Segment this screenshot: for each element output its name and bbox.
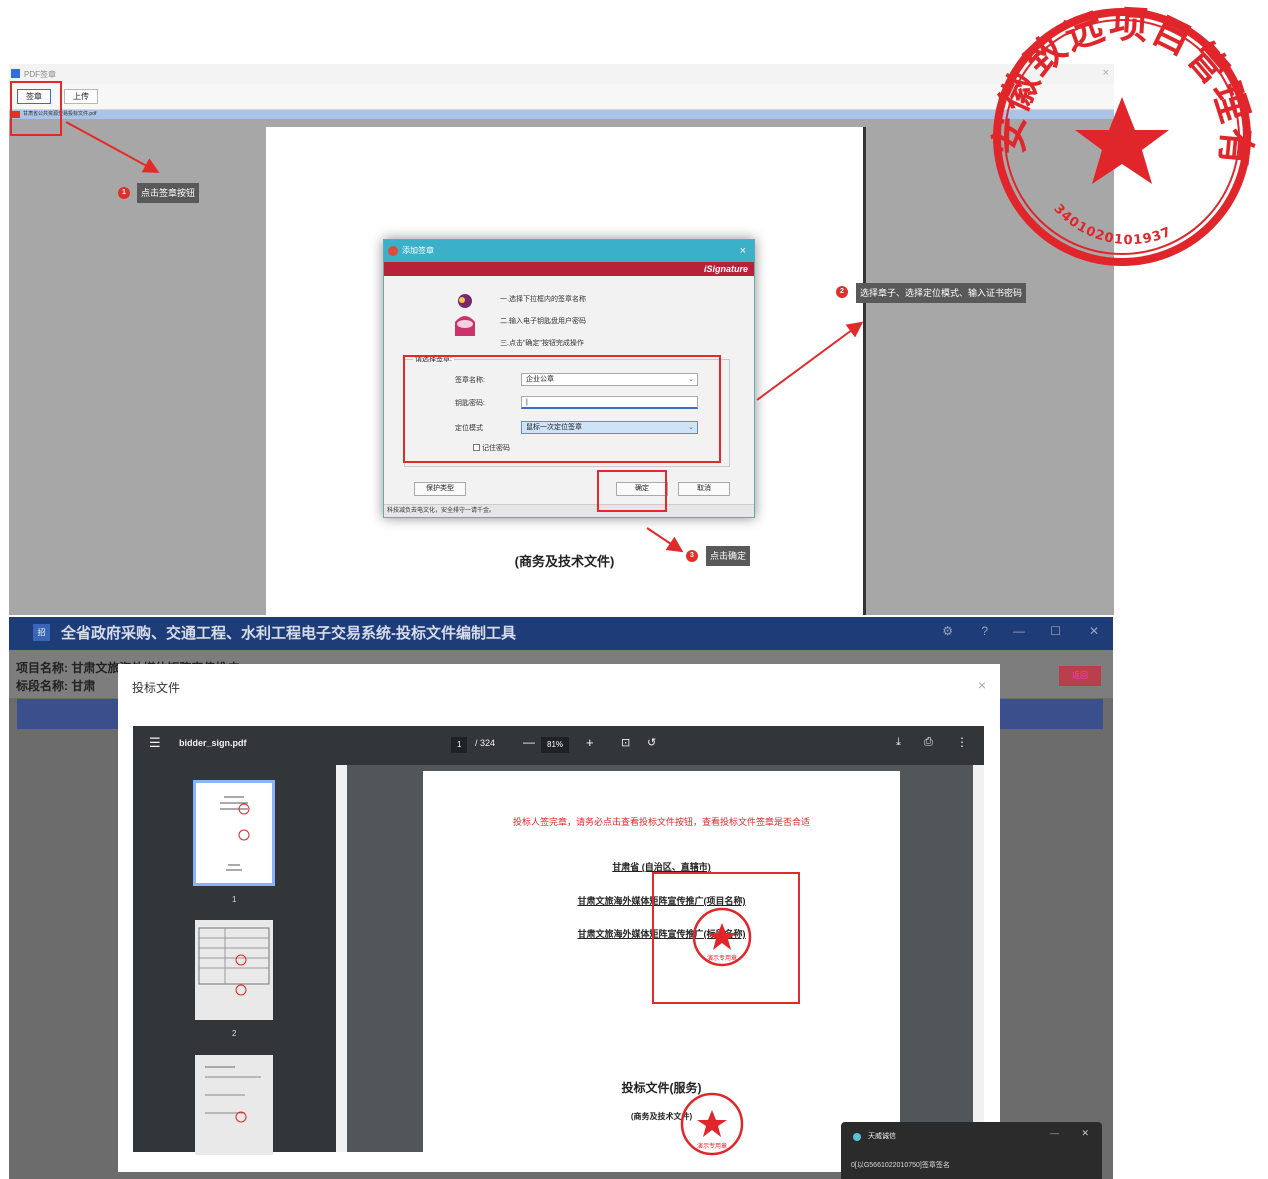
pdf-filename: bidder_sign.pdf xyxy=(179,738,247,748)
shield-icon xyxy=(853,1133,861,1141)
arrow-step-2 xyxy=(756,321,864,401)
callout-3-text: 点击确定 xyxy=(706,546,751,566)
notification-text: 0[以G5661022010750]签章签名 xyxy=(851,1162,950,1169)
close-icon[interactable]: ✕ xyxy=(1089,624,1099,638)
rotate-icon[interactable]: ↺ xyxy=(647,736,656,749)
company-seal-stamp: 安徽致远项目管理有限公司 3401020101937 xyxy=(988,2,1256,266)
minimize-icon[interactable]: — xyxy=(1013,624,1025,638)
modal-title: 投标文件 xyxy=(132,681,181,695)
callout-1-number: 1 xyxy=(118,187,130,199)
bid-editor-window: 招 全省政府采购、交通工程、水利工程电子交易系统-投标文件编制工具 ⚙ ? — … xyxy=(9,617,1113,1179)
bid-title: 投标文件(服务) xyxy=(621,1081,702,1095)
thumbnail-page-2[interactable] xyxy=(195,920,273,1020)
thumbnail-scrollbar[interactable] xyxy=(336,765,347,1152)
fit-page-icon[interactable]: ⊡ xyxy=(621,736,630,749)
zoom-out-icon[interactable]: — xyxy=(523,735,535,749)
download-icon[interactable]: ⤓ xyxy=(896,736,901,749)
bid-subtitle: (商务及技术文件) xyxy=(630,1112,693,1121)
thumbnail-1-preview xyxy=(220,796,250,871)
callout-2-number: 2 xyxy=(836,286,848,298)
pdf-viewer-toolbar: ☰ bidder_sign.pdf 1 / 324 — 81% + ⊡ ↺ ⤓ … xyxy=(133,726,984,765)
page-total: / 324 xyxy=(475,738,496,748)
back-button[interactable]: 返回 xyxy=(1059,666,1101,686)
thumbnail-pane: 1 2 xyxy=(133,765,336,1155)
close-icon[interactable]: ✕ xyxy=(1081,1128,1089,1139)
page-number-input[interactable]: 1 xyxy=(451,737,468,753)
zoom-in-icon[interactable]: + xyxy=(586,735,594,750)
close-icon[interactable]: × xyxy=(978,677,986,693)
project-name-label: 项目名称: 甘肃 xyxy=(16,661,96,675)
more-options-icon[interactable]: ⋮ xyxy=(956,735,968,749)
thumbnail-label-2: 2 xyxy=(232,1029,237,1038)
print-icon[interactable]: ⎙ xyxy=(924,736,933,749)
callout-3-number: 3 xyxy=(686,550,698,562)
section-name: 标段名称: 甘肃 xyxy=(16,679,96,693)
app-logo-icon: 招 xyxy=(33,624,50,641)
settings-icon[interactable]: ⚙ xyxy=(942,624,953,638)
app-title: 全省政府采购、交通工程、水利工程电子交易系统-投标文件编制工具 xyxy=(61,625,516,642)
pdf-scrollbar[interactable] xyxy=(973,765,984,1152)
highlight-signed-seal xyxy=(652,872,800,1004)
help-icon[interactable]: ? xyxy=(981,624,988,638)
pdf-viewer: ☰ bidder_sign.pdf 1 / 324 — 81% + ⊡ ↺ ⤓ … xyxy=(133,726,984,1156)
thumbnail-label-1: 1 xyxy=(232,895,237,904)
menu-icon[interactable]: ☰ xyxy=(149,735,161,751)
thumbnail-page-1[interactable] xyxy=(193,780,275,886)
app-titlebar: 招 全省政府采购、交通工程、水利工程电子交易系统-投标文件编制工具 ⚙ ? — … xyxy=(9,617,1113,650)
star-icon xyxy=(697,1110,727,1137)
arrow-step-1 xyxy=(65,121,160,173)
sign-notification: 天威诚信 — ✕ 0[以G5661022010750]签章签名 xyxy=(841,1122,1102,1179)
sign-notice: 投标人签完章，请务必点击查看投标文件按钮，查看投标文件签章是否合适 xyxy=(512,817,810,827)
small-seal-text-2: 演示专用章 xyxy=(697,1142,727,1150)
callout-2-text: 选择章子、选择定位模式、输入证书密码 xyxy=(856,283,1027,303)
small-seal-stamp-2: 演示专用章 xyxy=(680,1092,744,1156)
notification-title: 天威诚信 xyxy=(868,1133,896,1140)
maximize-icon[interactable]: ☐ xyxy=(1050,624,1061,638)
callout-1-text: 点击签章按钮 xyxy=(137,183,200,203)
minimize-icon[interactable]: — xyxy=(1050,1128,1059,1138)
thumbnail-page-3[interactable] xyxy=(195,1055,273,1155)
arrow-step-3 xyxy=(646,527,684,553)
thumbnail-2-preview xyxy=(198,927,270,996)
thumbnail-3-preview xyxy=(205,1066,261,1123)
bid-file-modal: 投标文件 × ☰ bidder_sign.pdf 1 / 324 — 81% +… xyxy=(118,664,1000,1172)
zoom-input[interactable]: 81% xyxy=(541,737,570,753)
star-icon xyxy=(1075,97,1169,184)
